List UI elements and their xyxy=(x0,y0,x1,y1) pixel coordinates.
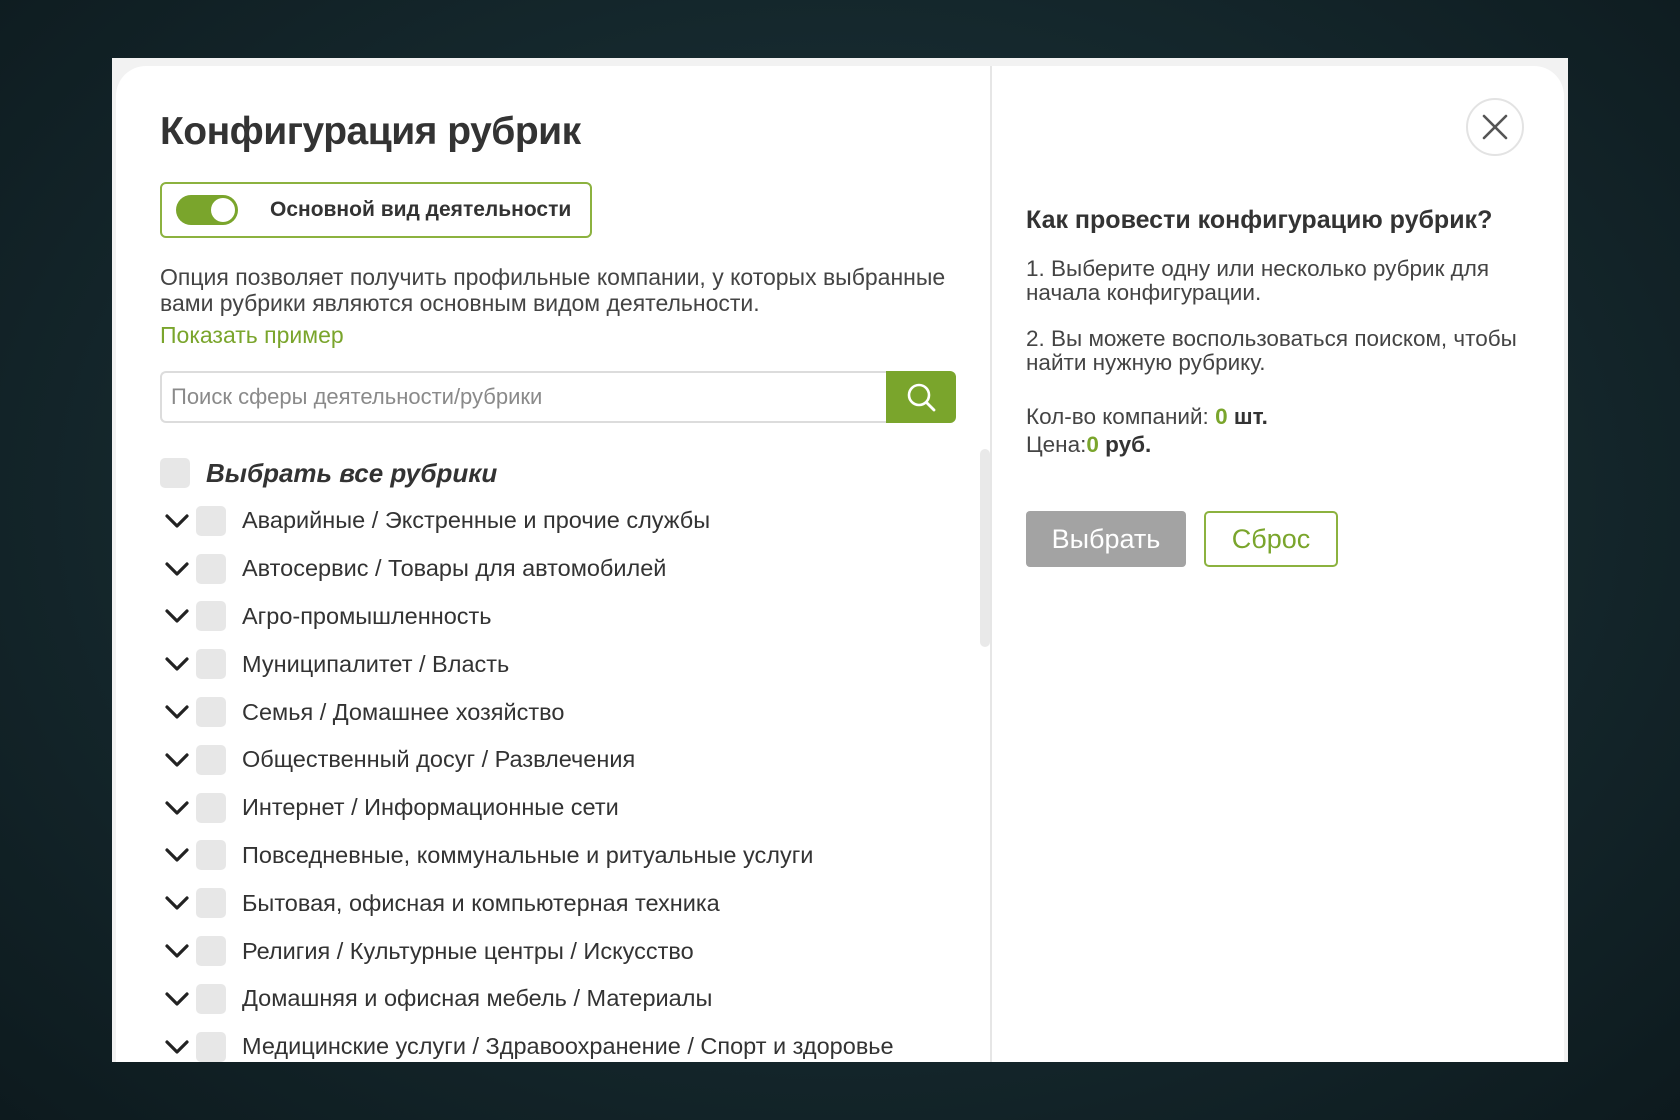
category-label: Интернет / Информационные сети xyxy=(242,794,619,821)
category-label: Медицинские услуги / Здравоохранение / С… xyxy=(242,1033,894,1060)
category-label: Домашняя и офисная мебель / Материалы xyxy=(242,985,713,1012)
chevron-down-icon[interactable] xyxy=(164,1034,190,1060)
chevron-down-icon[interactable] xyxy=(164,603,190,629)
category-checkbox[interactable] xyxy=(196,840,226,871)
help-title: Как провести конфигурацию рубрик? xyxy=(1026,206,1493,234)
search-button[interactable] xyxy=(886,371,956,423)
select-all-checkbox[interactable] xyxy=(160,458,190,488)
chevron-down-icon[interactable] xyxy=(164,890,190,916)
category-item[interactable]: Общественный досуг / Развлечения xyxy=(160,736,990,784)
price-value: 0 xyxy=(1086,432,1099,457)
category-item[interactable]: Медицинские услуги / Здравоохранение / С… xyxy=(160,1023,990,1062)
toggle-label: Основной вид деятельности xyxy=(270,198,572,221)
chevron-down-icon[interactable] xyxy=(164,747,190,773)
category-label: Муниципалитет / Власть xyxy=(242,650,510,677)
show-example-link[interactable]: Показать пример xyxy=(160,322,344,349)
category-label: Повседневные, коммунальные и ритуальные … xyxy=(242,841,814,868)
chevron-down-icon[interactable] xyxy=(164,938,190,964)
category-label: Автосервис / Товары для автомобилей xyxy=(242,555,667,582)
category-item[interactable]: Муниципалитет / Власть xyxy=(160,640,990,688)
config-panel: Конфигурация рубрик Основной вид деятель… xyxy=(116,66,992,1062)
category-checkbox[interactable] xyxy=(196,792,226,823)
reset-button[interactable]: Сброс xyxy=(1204,511,1338,567)
category-checkbox[interactable] xyxy=(196,553,226,584)
category-list: Выбрать все рубрики Аварийные / Экстренн… xyxy=(160,449,990,1062)
search-input[interactable] xyxy=(160,371,886,423)
category-checkbox[interactable] xyxy=(196,505,226,536)
category-checkbox[interactable] xyxy=(196,697,226,728)
category-label: Общественный досуг / Развлечения xyxy=(242,746,636,773)
chevron-down-icon[interactable] xyxy=(164,842,190,868)
category-item[interactable]: Семья / Домашнее хозяйство xyxy=(160,688,990,736)
option-description: Опция позволяет получить профильные комп… xyxy=(160,264,946,316)
chevron-down-icon[interactable] xyxy=(164,651,190,677)
category-checkbox[interactable] xyxy=(196,983,226,1014)
category-checkbox[interactable] xyxy=(196,1031,226,1062)
category-checkbox[interactable] xyxy=(196,744,226,775)
select-button[interactable]: Выбрать xyxy=(1026,511,1186,567)
scrollbar[interactable] xyxy=(980,449,990,647)
main-activity-toggle[interactable]: Основной вид деятельности xyxy=(160,182,592,238)
category-label: Агро-промышленность xyxy=(242,602,492,629)
category-checkbox[interactable] xyxy=(196,601,226,632)
category-label: Религия / Культурные центры / Искусство xyxy=(242,937,694,964)
help-step-2: 2. Вы можете воспользоваться поиском, чт… xyxy=(1026,326,1517,375)
chevron-down-icon[interactable] xyxy=(164,795,190,821)
search-icon xyxy=(907,383,936,412)
company-count: Кол-во компаний: 0 шт. xyxy=(1026,404,1268,429)
category-item[interactable]: Автосервис / Товары для автомобилей xyxy=(160,545,990,593)
modal-title: Конфигурация рубрик xyxy=(160,110,581,153)
help-panel: Как провести конфигурацию рубрик? 1. Выб… xyxy=(992,66,1564,1062)
category-item[interactable]: Агро-промышленность xyxy=(160,593,990,641)
help-step-1: 1. Выберите одну или несколько рубрик дл… xyxy=(1026,256,1490,305)
rubric-config-modal: Конфигурация рубрик Основной вид деятель… xyxy=(116,66,1564,1062)
close-icon xyxy=(1482,114,1508,140)
category-checkbox[interactable] xyxy=(196,649,226,680)
chevron-down-icon[interactable] xyxy=(164,986,190,1012)
action-buttons: Выбрать Сброс xyxy=(1026,511,1526,567)
category-label: Бытовая, офисная и компьютерная техника xyxy=(242,889,720,916)
select-all-row[interactable]: Выбрать все рубрики xyxy=(160,449,990,497)
category-item[interactable]: Повседневные, коммунальные и ритуальные … xyxy=(160,832,990,880)
category-item[interactable]: Бытовая, офисная и компьютерная техника xyxy=(160,879,990,927)
category-label: Семья / Домашнее хозяйство xyxy=(242,698,565,725)
search-bar xyxy=(160,371,956,423)
category-item[interactable]: Аварийные / Экстренные и прочие службы xyxy=(160,497,990,545)
close-button[interactable] xyxy=(1466,98,1524,156)
company-count-value: 0 xyxy=(1215,404,1228,429)
category-label: Аварийные / Экстренные и прочие службы xyxy=(242,507,711,534)
category-item[interactable]: Религия / Культурные центры / Искусство xyxy=(160,927,990,975)
category-item[interactable]: Домашняя и офисная мебель / Материалы xyxy=(160,975,990,1023)
select-all-label: Выбрать все рубрики xyxy=(206,457,498,488)
stats: Кол-во компаний: 0 шт. Цена:0 руб. xyxy=(1026,403,1526,459)
category-item[interactable]: Интернет / Информационные сети xyxy=(160,784,990,832)
price: Цена:0 руб. xyxy=(1026,432,1152,457)
chevron-down-icon[interactable] xyxy=(164,508,190,534)
chevron-down-icon[interactable] xyxy=(164,699,190,725)
toggle-switch[interactable] xyxy=(176,195,238,225)
category-checkbox[interactable] xyxy=(196,888,226,919)
category-checkbox[interactable] xyxy=(196,936,226,967)
chevron-down-icon[interactable] xyxy=(164,556,190,582)
